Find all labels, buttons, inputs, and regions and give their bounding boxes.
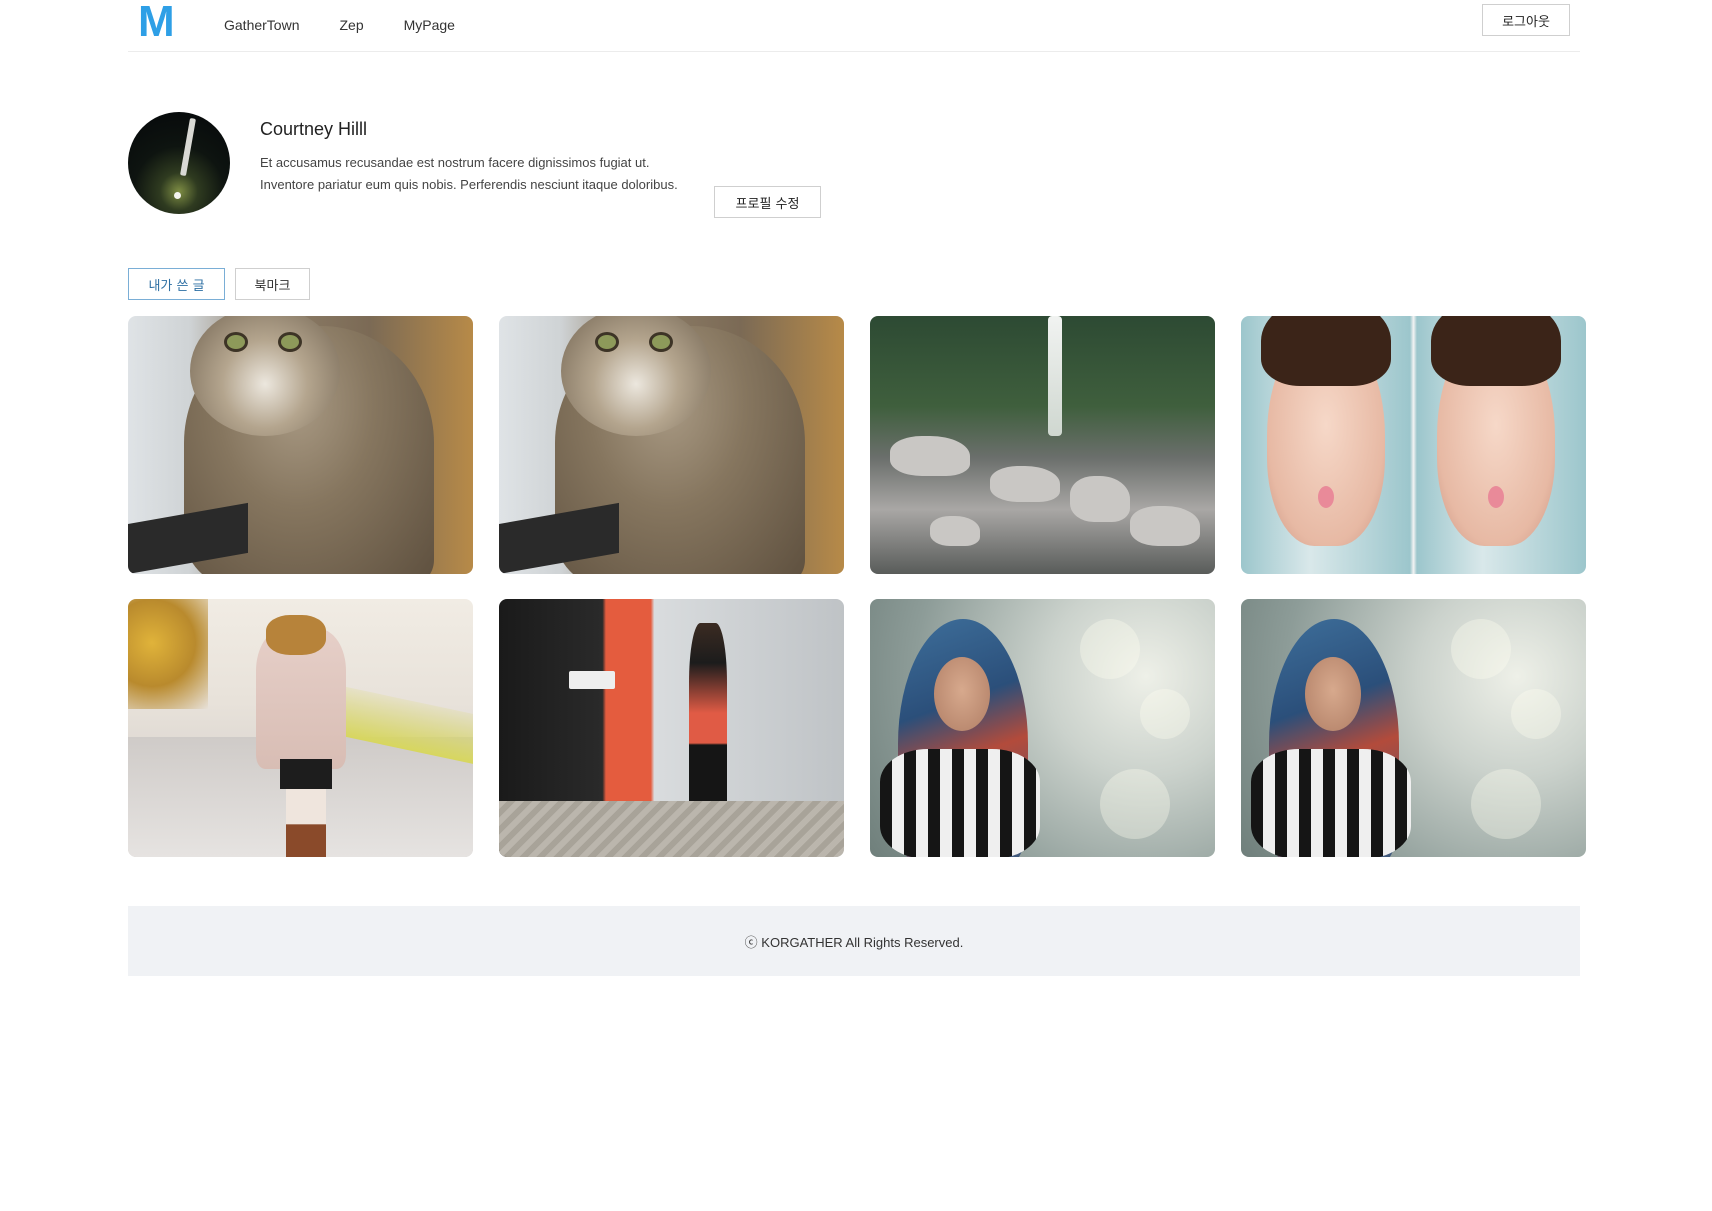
shop-sign — [569, 671, 615, 689]
logout-button[interactable]: 로그아웃 — [1482, 4, 1570, 36]
cat-eye — [595, 332, 619, 352]
woman-face — [934, 657, 990, 731]
cat-eye — [224, 332, 248, 352]
profile-tabs: 내가 쓴 글 북마크 — [128, 268, 320, 300]
avatar-golf-club — [180, 117, 196, 177]
post-card-cat[interactable] — [499, 316, 844, 574]
striped-sweater — [880, 749, 1040, 857]
rock — [990, 466, 1060, 502]
post-card-cat[interactable] — [128, 316, 473, 574]
legs-boots — [286, 789, 326, 857]
pavement — [499, 801, 844, 857]
bokeh-light — [1140, 689, 1190, 739]
lips-left — [1318, 486, 1334, 508]
post-card-scarf[interactable] — [870, 599, 1215, 857]
bokeh-light — [1451, 619, 1511, 679]
tab-bookmarks[interactable]: 북마크 — [235, 268, 310, 300]
nav-link-gathertown[interactable]: GatherTown — [224, 16, 299, 34]
nav-link-zep[interactable]: Zep — [339, 16, 363, 34]
waterfall — [1048, 316, 1062, 436]
bokeh-light — [1100, 769, 1170, 839]
post-card-funny-face[interactable] — [1241, 316, 1586, 574]
bokeh-light — [1080, 619, 1140, 679]
woman-face — [1305, 657, 1361, 731]
rock — [1070, 476, 1130, 522]
black-skirt — [280, 759, 332, 789]
cat-eye — [278, 332, 302, 352]
rock — [930, 516, 980, 546]
profile-bio: Et accusamus recusandae est nostrum face… — [260, 155, 678, 192]
tab-my-posts[interactable]: 내가 쓴 글 — [128, 268, 225, 300]
site-logo[interactable]: M — [138, 0, 175, 46]
post-card-street[interactable] — [499, 599, 844, 857]
top-navbar: M GatherTown Zep MyPage 로그아웃 — [128, 0, 1580, 52]
striped-sweater — [1251, 749, 1411, 857]
hair-right — [1431, 316, 1561, 386]
footer-copyright: ⓒ KORGATHER All Rights Reserved. — [744, 934, 964, 950]
woman-walking — [689, 623, 727, 823]
profile-name: Courtney Hilll — [260, 119, 368, 139]
bokeh-light — [1471, 769, 1541, 839]
profile-avatar — [128, 112, 230, 214]
post-card-waterfall[interactable] — [870, 316, 1215, 574]
site-footer: ⓒ KORGATHER All Rights Reserved. — [128, 906, 1580, 976]
rock — [890, 436, 970, 476]
avatar-golf-ball — [174, 192, 181, 199]
mustard-scarf — [266, 615, 326, 655]
lips-right — [1488, 486, 1504, 508]
edit-profile-button[interactable]: 프로필 수정 — [714, 186, 821, 218]
post-card-scarf[interactable] — [1241, 599, 1586, 857]
rock — [1130, 506, 1200, 546]
post-card-autumn[interactable] — [128, 599, 473, 857]
main-nav: GatherTown Zep MyPage — [224, 16, 495, 34]
autumn-trees — [128, 599, 208, 709]
cat-eye — [649, 332, 673, 352]
nav-link-mypage[interactable]: MyPage — [404, 16, 455, 34]
hair-left — [1261, 316, 1391, 386]
bokeh-light — [1511, 689, 1561, 739]
